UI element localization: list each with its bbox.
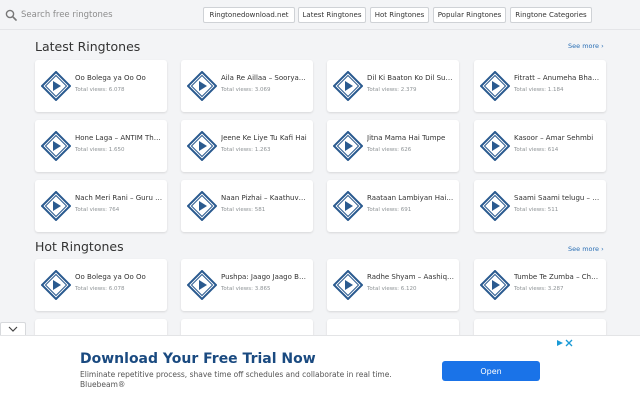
- section-title-hot: Hot Ringtones: [35, 239, 124, 254]
- play-diamond-icon[interactable]: [479, 130, 511, 162]
- ringtone-card[interactable]: Tumbe Te Zumba – Chhello Divas Total view…: [474, 259, 606, 311]
- ad-text: Eliminate repetitive process, shave time…: [80, 370, 392, 389]
- play-diamond-icon[interactable]: [332, 130, 364, 162]
- ringtone-card[interactable]: Saami Saami telugu – Pushpa Total views: …: [474, 180, 606, 232]
- nav-item-home[interactable]: Ringtonedownload.net: [203, 7, 295, 23]
- play-diamond-icon[interactable]: [479, 190, 511, 222]
- ringtone-views: Total views: 764: [75, 207, 120, 213]
- ringtone-views: Total views: 626: [367, 147, 412, 153]
- top-bar: Ringtonedownload.net Latest Ringtones Ho…: [0, 0, 640, 30]
- play-diamond-icon[interactable]: [40, 70, 72, 102]
- ringtone-views: Total views: 614: [514, 147, 559, 153]
- ringtone-title[interactable]: Oo Bolega ya Oo Oo: [75, 273, 163, 281]
- ringtone-title[interactable]: Radhe Shyam – Aashiqui Aa Gayi: [367, 273, 455, 281]
- ringtone-card[interactable]: Naan Pizhai – Kaathuvaakula Total views: …: [181, 180, 313, 232]
- ringtone-views: Total views: 3.865: [221, 286, 271, 292]
- ringtone-title[interactable]: Fitratt – Anumeha Bhasker: [514, 74, 602, 82]
- ringtone-views: Total views: 581: [221, 207, 266, 213]
- ringtone-views: Total views: 6.120: [367, 286, 417, 292]
- ringtone-views: Total views: 2.379: [367, 87, 417, 93]
- play-diamond-icon[interactable]: [479, 70, 511, 102]
- ringtone-title[interactable]: Raataan Lambiyan Hai Shershaah: [367, 194, 455, 202]
- ringtone-card[interactable]: Fitratt – Anumeha Bhasker Total views: 1.…: [474, 60, 606, 112]
- ringtone-card[interactable]: Jitna Mama Hai Tumpe Total views: 626: [327, 120, 459, 172]
- ringtone-title[interactable]: Nach Meri Rani – Guru Randhawa: [75, 194, 163, 202]
- ringtone-card[interactable]: Aila Re Aillaa – Sooryavanshi Total views…: [181, 60, 313, 112]
- ringtone-title[interactable]: Naan Pizhai – Kaathuvaakula: [221, 194, 309, 202]
- ringtone-views: Total views: 1.184: [514, 87, 564, 93]
- ringtone-card[interactable]: Oo Bolega ya Oo Oo Total views: 6.078: [35, 60, 167, 112]
- ringtone-card[interactable]: Oo Bolega ya Oo Oo Total views: 6.078: [35, 259, 167, 311]
- nav-item-hot-ringtones[interactable]: Hot Ringtones: [370, 7, 429, 23]
- ad-open-button[interactable]: Open: [442, 361, 540, 381]
- info-icon[interactable]: [556, 339, 564, 347]
- ringtone-title[interactable]: Kasoor – Amar Sehmbi: [514, 134, 602, 142]
- ad-headline[interactable]: Download Your Free Trial Now: [80, 351, 316, 367]
- ringtone-card[interactable]: Pushpa: Jaago Jaago Bakre Total views: 3.…: [181, 259, 313, 311]
- ringtone-title[interactable]: Jitna Mama Hai Tumpe: [367, 134, 455, 142]
- main-nav: Ringtonedownload.net Latest Ringtones Ho…: [0, 7, 640, 23]
- see-more-latest-link[interactable]: See more ›: [568, 42, 604, 50]
- ringtone-views: Total views: 1.263: [221, 147, 271, 153]
- ringtone-title[interactable]: Dil Ki Baaton Ko Dil Suna Do: [367, 74, 455, 82]
- collapse-ad-button[interactable]: [0, 322, 26, 335]
- ringtone-card[interactable]: Radhe Shyam – Aashiqui Aa Gayi Total view…: [327, 259, 459, 311]
- play-diamond-icon[interactable]: [332, 269, 364, 301]
- ringtone-views: Total views: 6.078: [75, 87, 125, 93]
- ringtone-views: Total views: 1.650: [75, 147, 125, 153]
- ringtone-views: Total views: 691: [367, 207, 412, 213]
- ad-banner: Download Your Free Trial Now Eliminate r…: [0, 335, 640, 400]
- nav-item-ringtone-categories[interactable]: Ringtone Categories: [510, 7, 592, 23]
- play-diamond-icon[interactable]: [332, 70, 364, 102]
- ringtone-title[interactable]: Hone Laga – ANTIM The Final Truth: [75, 134, 163, 142]
- play-diamond-icon[interactable]: [186, 269, 218, 301]
- ringtone-card[interactable]: Raataan Lambiyan Hai Shershaah Total view…: [327, 180, 459, 232]
- chevron-down-icon: [8, 326, 18, 332]
- ringtone-card[interactable]: Nach Meri Rani – Guru Randhawa Total view…: [35, 180, 167, 232]
- play-diamond-icon[interactable]: [186, 130, 218, 162]
- ringtone-title[interactable]: Tumbe Te Zumba – Chhello Divas: [514, 273, 602, 281]
- play-diamond-icon[interactable]: [479, 269, 511, 301]
- ringtone-title[interactable]: Saami Saami telugu – Pushpa: [514, 194, 602, 202]
- nav-item-popular-ringtones[interactable]: Popular Ringtones: [433, 7, 506, 23]
- section-title-latest: Latest Ringtones: [35, 39, 141, 54]
- ringtone-card[interactable]: Dil Ki Baaton Ko Dil Suna Do Total views:…: [327, 60, 459, 112]
- play-diamond-icon[interactable]: [332, 190, 364, 222]
- play-diamond-icon[interactable]: [40, 130, 72, 162]
- ringtone-title[interactable]: Aila Re Aillaa – Sooryavanshi: [221, 74, 309, 82]
- ringtone-title[interactable]: Oo Bolega ya Oo Oo: [75, 74, 163, 82]
- ringtone-views: Total views: 511: [514, 207, 559, 213]
- play-diamond-icon[interactable]: [186, 190, 218, 222]
- ringtone-card[interactable]: Hone Laga – ANTIM The Final Truth Total v…: [35, 120, 167, 172]
- ringtone-views: Total views: 3.287: [514, 286, 564, 292]
- ringtone-views: Total views: 6.078: [75, 286, 125, 292]
- nav-item-latest-ringtones[interactable]: Latest Ringtones: [298, 7, 366, 23]
- ringtone-title[interactable]: Jeene Ke Liye Tu Kafi Hai: [221, 134, 309, 142]
- ringtone-views: Total views: 3.069: [221, 87, 271, 93]
- ringtone-card[interactable]: Kasoor – Amar Sehmbi Total views: 614: [474, 120, 606, 172]
- play-diamond-icon[interactable]: [40, 190, 72, 222]
- close-icon[interactable]: [565, 339, 573, 347]
- play-diamond-icon[interactable]: [40, 269, 72, 301]
- play-diamond-icon[interactable]: [186, 70, 218, 102]
- ringtone-card[interactable]: Jeene Ke Liye Tu Kafi Hai Total views: 1.…: [181, 120, 313, 172]
- ringtone-title[interactable]: Pushpa: Jaago Jaago Bakre: [221, 273, 309, 281]
- see-more-hot-link[interactable]: See more ›: [568, 245, 604, 253]
